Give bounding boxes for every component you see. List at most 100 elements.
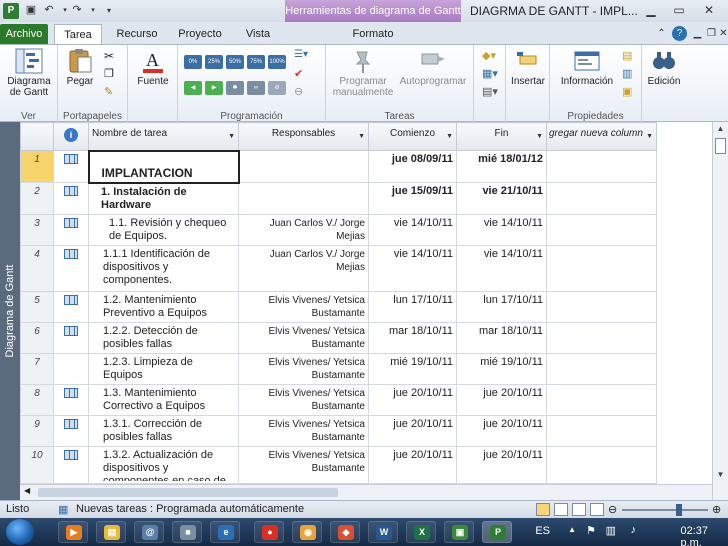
column-header-nombre[interactable]: Nombre de tarea ▼ <box>88 122 239 151</box>
add-new-cell[interactable] <box>546 244 657 292</box>
help-icon[interactable]: ? <box>672 26 687 41</box>
finish-cell[interactable]: vie 14/10/11 <box>456 244 547 292</box>
tab-recurso[interactable]: Recurso <box>112 24 162 44</box>
horizontal-scroll-thumb[interactable] <box>38 488 338 497</box>
finish-cell[interactable]: mar 18/10/11 <box>456 321 547 354</box>
information-button[interactable]: Información <box>554 48 620 87</box>
finish-cell[interactable]: jue 20/10/11 <box>456 414 547 447</box>
team-planner-view-button[interactable] <box>572 503 586 516</box>
taskbar-app-11[interactable]: ▣ <box>444 521 474 543</box>
zoom-slider[interactable] <box>622 509 708 511</box>
finish-cell[interactable]: jue 20/10/11 <box>456 383 547 416</box>
start-cell[interactable]: mié 19/10/11 <box>368 352 457 385</box>
task-name-cell[interactable]: 1.2.3. Limpieza de Equipos <box>88 352 239 385</box>
format-painter-icon[interactable]: ✎ <box>104 85 113 98</box>
scroll-left-icon[interactable]: ◀ <box>24 486 30 495</box>
add-new-cell[interactable] <box>546 290 657 323</box>
row-mode-cell[interactable] <box>53 244 89 292</box>
row-mode-cell[interactable] <box>53 321 89 354</box>
taskbar-explorer[interactable]: ▤ <box>96 521 126 543</box>
finish-cell[interactable]: vie 21/10/11 <box>456 182 547 215</box>
close-doc-icon[interactable]: ✕ <box>716 26 728 41</box>
resources-cell[interactable]: Elvis Vivenes/ Yetsica Bustamante <box>238 321 369 354</box>
volume-icon[interactable]: ♪ <box>631 524 637 536</box>
close-button[interactable]: ✕ <box>698 2 720 19</box>
row-id[interactable]: 7 <box>20 352 54 385</box>
table-row[interactable]: 7 1.2.3. Limpieza de Equipos Elvis Viven… <box>20 352 657 385</box>
zoom-in-icon[interactable]: ⊕ <box>712 503 721 516</box>
add-new-cell[interactable] <box>546 321 657 354</box>
split-task-icon[interactable]: ✱ <box>226 81 244 95</box>
table-row[interactable]: 9 1.3.1. Corrección de posibles fallas E… <box>20 414 657 447</box>
task-name-cell[interactable]: 1.1.1 Identificación de dispositivos y c… <box>88 244 239 292</box>
manual-schedule-button[interactable]: Programar manualmente <box>330 48 396 98</box>
task-name-cell[interactable]: 1.1. Revisión y chequeo de Equipos. <box>88 213 239 246</box>
project-app-icon[interactable]: P <box>3 3 19 19</box>
taskbar-app-6[interactable]: ● <box>254 521 284 543</box>
table-row[interactable]: 5 1.2. Mantenimiento Preventivo a Equipo… <box>20 290 657 323</box>
percent-25-button[interactable]: 25% <box>205 55 223 69</box>
row-id[interactable]: 2 <box>20 182 54 215</box>
minimize-button[interactable]: ▁ <box>640 2 662 19</box>
select-all-corner[interactable] <box>20 122 54 151</box>
paste-button[interactable]: Pegar <box>64 48 96 87</box>
editing-button[interactable]: Edición <box>644 48 684 87</box>
scroll-down-icon[interactable]: ▼ <box>713 468 728 482</box>
column-header-responsables[interactable]: Responsables ▼ <box>238 122 369 151</box>
chevron-down-icon[interactable]: ▼ <box>646 133 653 140</box>
row-id[interactable]: 1 <box>20 150 54 183</box>
add-new-cell[interactable] <box>546 383 657 416</box>
taskbar-app-4[interactable]: ■ <box>172 521 202 543</box>
task-name-cell[interactable]: 1.3.2. Actualización de dispositivos y c… <box>88 445 239 484</box>
start-cell[interactable]: jue 20/10/11 <box>368 383 457 416</box>
task-name-cell[interactable]: 1.3. Mantenimiento Correctivo a Equipos <box>88 383 239 416</box>
row-id[interactable]: 10 <box>20 445 54 484</box>
row-mode-cell[interactable] <box>53 150 89 183</box>
taskbar-app-3[interactable]: @ <box>134 521 164 543</box>
chevron-down-icon[interactable]: ▼ <box>228 133 235 140</box>
add-new-cell[interactable] <box>546 182 657 215</box>
percent-0-button[interactable]: 0% <box>184 55 202 69</box>
taskbar-word[interactable]: W <box>368 521 398 543</box>
finish-cell[interactable]: mié 19/10/11 <box>456 352 547 385</box>
resources-cell[interactable] <box>238 182 369 215</box>
resources-cell[interactable]: Juan Carlos V./ Jorge Mejias <box>238 244 369 292</box>
tab-proyecto[interactable]: Proyecto <box>172 24 228 44</box>
add-new-cell[interactable] <box>546 445 657 484</box>
finish-cell[interactable]: mié 18/01/12 <box>456 150 547 183</box>
tab-tarea[interactable]: Tarea <box>54 24 102 44</box>
row-id[interactable]: 5 <box>20 290 54 323</box>
link-tasks-icon[interactable]: ∞ <box>247 81 265 95</box>
task-usage-view-button[interactable] <box>554 503 568 516</box>
task-name-cell[interactable]: 1.2. Mantenimiento Preventivo a Equipos <box>88 290 239 323</box>
start-cell[interactable]: vie 14/10/11 <box>368 213 457 246</box>
start-cell[interactable]: jue 20/10/11 <box>368 414 457 447</box>
scroll-up-icon[interactable]: ▲ <box>713 122 728 136</box>
row-mode-cell[interactable] <box>53 290 89 323</box>
insert-button[interactable]: Insertar <box>510 48 546 87</box>
task-name-cell[interactable]: 1.3.1. Corrección de posibles fallas <box>88 414 239 447</box>
mode-icon[interactable]: ▤▾ <box>482 85 498 98</box>
task-name-cell[interactable]: 1. Instalación de Hardware <box>88 182 239 215</box>
indent-icon[interactable]: ▶ <box>205 81 223 95</box>
percent-50-button[interactable]: 50% <box>226 55 244 69</box>
finish-cell[interactable]: lun 17/10/11 <box>456 290 547 323</box>
copy-icon[interactable]: ❐ <box>104 67 114 80</box>
respect-links-icon[interactable]: ✔ <box>294 67 303 80</box>
zoom-out-icon[interactable]: ⊖ <box>608 503 617 516</box>
split-box-icon[interactable] <box>715 138 726 154</box>
resource-sheet-view-button[interactable] <box>590 503 604 516</box>
redo-dropdown-icon[interactable]: ▾ <box>86 3 100 18</box>
row-mode-cell[interactable] <box>53 414 89 447</box>
row-mode-cell[interactable] <box>53 445 89 484</box>
new-tasks-mode[interactable]: Nuevas tareas : Programada automáticamen… <box>76 503 304 515</box>
row-id[interactable]: 3 <box>20 213 54 246</box>
row-mode-cell[interactable] <box>53 182 89 215</box>
calendar-icon[interactable]: ▦ <box>58 503 68 516</box>
taskbar-chrome[interactable]: ◉ <box>292 521 322 543</box>
action-center-icon[interactable]: ⚑ <box>586 524 596 537</box>
row-id[interactable]: 9 <box>20 414 54 447</box>
inspect-icon[interactable]: ◆▾ <box>482 49 496 62</box>
chevron-down-icon[interactable]: ▼ <box>358 133 365 140</box>
table-row[interactable]: 3 1.1. Revisión y chequeo de Equipos. Ju… <box>20 213 657 246</box>
